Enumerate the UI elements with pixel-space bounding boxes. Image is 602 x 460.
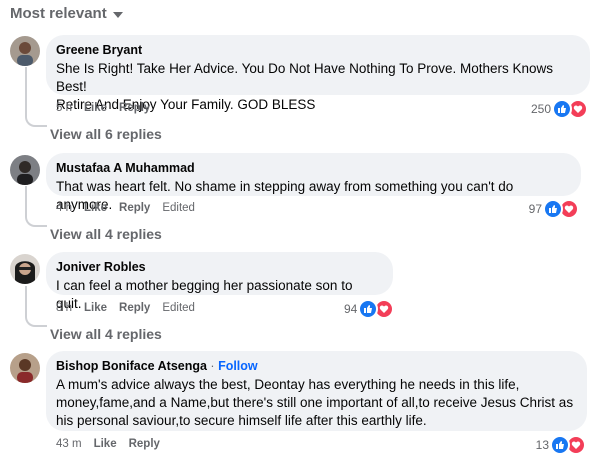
edited-label: Edited	[162, 302, 195, 314]
avatar[interactable]	[10, 353, 40, 383]
avatar-image	[10, 36, 40, 66]
like-reaction-icon	[550, 435, 570, 455]
comment-actions: 4 h Like Reply Edited	[56, 202, 195, 214]
reaction-count[interactable]: 250	[531, 99, 588, 119]
follow-button[interactable]: Follow	[218, 359, 258, 373]
reaction-number: 250	[530, 102, 551, 116]
comment-time[interactable]: 43 m	[56, 438, 82, 450]
reply-thread-line	[25, 67, 47, 127]
like-reaction-icon	[358, 299, 379, 319]
comment-bubble: Greene Bryant She Is Right! Take Her Adv…	[46, 35, 590, 112]
chevron-down-icon	[112, 11, 123, 18]
reaction-number: 13	[535, 438, 549, 452]
reply-thread-line	[25, 286, 47, 327]
reply-button[interactable]: Reply	[119, 202, 150, 214]
view-replies-link[interactable]: View all 4 replies	[50, 226, 162, 242]
comment-time[interactable]: 4 h	[56, 202, 72, 214]
avatar[interactable]	[10, 36, 40, 66]
comment-bubble: Mustafaa A Muhammad That was heart felt.…	[46, 153, 581, 212]
comment-bubble: Joniver Robles I can feel a mother beggi…	[46, 252, 393, 311]
comment-author[interactable]: Mustafaa A Muhammad	[56, 160, 569, 176]
comment-actions: 8 h Like Reply Edited	[56, 302, 195, 314]
comment-time[interactable]: 5 h	[56, 102, 72, 114]
reaction-count[interactable]: 13	[536, 435, 586, 455]
reaction-count[interactable]: 94	[344, 299, 395, 319]
avatar-image	[10, 254, 40, 284]
comment-bubble: Bishop Boniface Atsenga · Follow A mum's…	[46, 351, 587, 431]
comment-author: Bishop Boniface Atsenga · Follow	[56, 358, 575, 374]
reaction-number: 97	[528, 202, 542, 216]
view-replies-link[interactable]: View all 4 replies	[50, 326, 162, 342]
comment-actions: 5 h Like Reply	[56, 102, 150, 114]
reaction-count[interactable]: 97	[529, 199, 579, 219]
reply-thread-line	[25, 186, 47, 227]
like-reaction-icon	[552, 99, 572, 119]
comment-text: A mum's advice always the best, Deontay …	[56, 376, 575, 430]
comment-line: his personal saviour,to secure himself l…	[56, 413, 427, 428]
like-button[interactable]: Like	[84, 102, 107, 114]
comment-author-name[interactable]: Bishop Boniface Atsenga	[56, 359, 207, 373]
avatar-image	[10, 353, 40, 383]
reply-button[interactable]: Reply	[129, 438, 160, 450]
separator-dot: ·	[206, 359, 219, 373]
comment-line: money,fame,and a Name,but there's still …	[56, 395, 574, 410]
reaction-number: 94	[344, 302, 358, 316]
like-reaction-icon	[543, 199, 563, 219]
reply-button[interactable]: Reply	[119, 102, 150, 114]
edited-label: Edited	[162, 202, 195, 214]
reply-button[interactable]: Reply	[119, 302, 150, 314]
avatar-image	[10, 155, 40, 185]
like-button[interactable]: Like	[84, 202, 107, 214]
avatar[interactable]	[10, 155, 40, 185]
comment-time[interactable]: 8 h	[56, 302, 72, 314]
comment-actions: 43 m Like Reply	[56, 438, 160, 450]
comment-author[interactable]: Greene Bryant	[56, 42, 578, 58]
sort-dropdown[interactable]: Most relevant	[10, 5, 123, 22]
sort-label: Most relevant	[10, 5, 107, 22]
view-replies-link[interactable]: View all 6 replies	[50, 126, 162, 142]
comment-author[interactable]: Joniver Robles	[56, 259, 381, 275]
avatar[interactable]	[10, 254, 40, 284]
comment-line: She Is Right! Take Her Advice. You Do No…	[56, 61, 554, 94]
like-button[interactable]: Like	[84, 302, 107, 314]
comment-line: A mum's advice always the best, Deontay …	[56, 377, 520, 392]
like-button[interactable]: Like	[94, 438, 117, 450]
